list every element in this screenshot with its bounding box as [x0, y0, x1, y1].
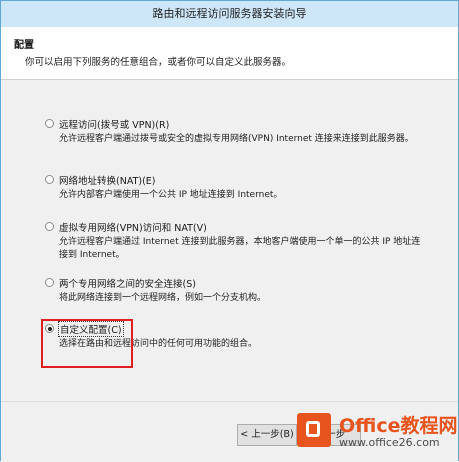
- office-logo-icon: [297, 413, 331, 447]
- watermark-url: www.office26.com: [339, 436, 440, 449]
- highlight-box: [41, 319, 133, 368]
- option-vpn-nat-description: 允许远程客户端通过 Internet 连接到此服务器，本地客户端使用一个单一的公…: [59, 237, 421, 260]
- option-remote-access-description: 允许远程客户端通过拨号或安全的虚拟专用网络(VPN) Internet 连接来连…: [59, 134, 414, 144]
- wizard-header: 配置 你可以启用下列服务的任意组合，或者你可以自定义此服务器。: [1, 27, 458, 80]
- back-button[interactable]: < 上一步(B): [237, 424, 297, 446]
- radio-vpn-nat[interactable]: [45, 222, 54, 231]
- radio-nat[interactable]: [45, 175, 54, 184]
- option-nat-label[interactable]: 网络地址转换(NAT)(E): [59, 173, 156, 187]
- option-vpn-nat-label[interactable]: 虚拟专用网络(VPN)访问和 NAT(V): [59, 220, 207, 234]
- option-secure-connection-label[interactable]: 两个专用网络之间的安全连接(S): [59, 276, 196, 290]
- radio-remote-access[interactable]: [45, 119, 54, 128]
- option-remote-access-label[interactable]: 远程访问(拨号或 VPN)(R): [59, 117, 169, 131]
- page-title: 配置: [14, 40, 34, 51]
- window-title: 路由和远程访问服务器安装向导: [152, 7, 307, 20]
- page-subtitle: 你可以启用下列服务的任意组合，或者你可以自定义此服务器。: [25, 57, 292, 68]
- option-nat-description: 允许内部客户端使用一个公共 IP 地址连接到 Internet。: [59, 190, 283, 200]
- watermark: Office教程网 www.office26.com: [297, 409, 458, 457]
- wizard-window: 路由和远程访问服务器安装向导 配置 你可以启用下列服务的任意组合，或者你可以自定…: [0, 0, 459, 462]
- title-bar: 路由和远程访问服务器安装向导: [1, 1, 458, 27]
- watermark-brand: Office教程网: [339, 415, 458, 437]
- radio-secure-connection[interactable]: [45, 278, 54, 287]
- option-secure-connection-description: 将此网络连接到一个远程网络，例如一个分支机构。: [59, 293, 267, 303]
